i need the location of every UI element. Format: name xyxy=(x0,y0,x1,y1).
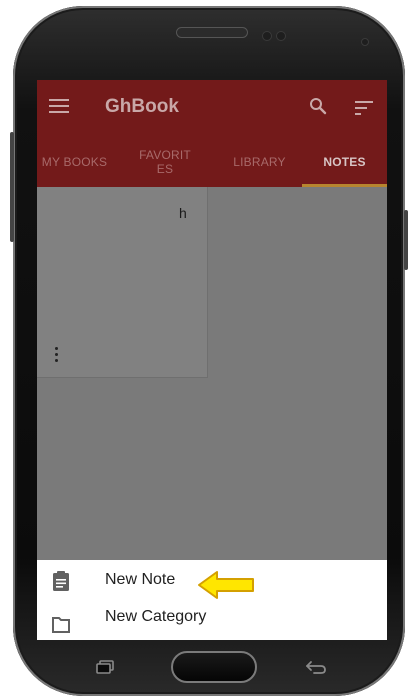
back-icon[interactable] xyxy=(305,659,327,675)
tab-label: LIBRARY xyxy=(233,154,286,169)
sort-icon[interactable] xyxy=(355,101,373,115)
volume-button xyxy=(10,132,14,242)
light-sensor xyxy=(276,31,286,41)
screen: GhBook MY BOOKS FAVORITES LIBRARY NOTES xyxy=(37,80,387,640)
tab-bar: MY BOOKS FAVORITES LIBRARY NOTES xyxy=(37,136,387,187)
app-bar: GhBook MY BOOKS FAVORITES LIBRARY NOTES xyxy=(37,80,387,187)
menu-icon[interactable] xyxy=(49,99,69,115)
home-button[interactable] xyxy=(171,651,257,683)
tab-label: MY BOOKS xyxy=(41,154,108,169)
tab-label: NOTES xyxy=(323,154,366,169)
note-text: h xyxy=(179,205,187,221)
tab-favorites[interactable]: FAVORITES xyxy=(135,136,195,187)
clipboard-icon xyxy=(53,571,69,591)
note-card[interactable]: h xyxy=(37,187,208,378)
app-title: GhBook xyxy=(105,96,179,117)
more-vert-icon[interactable] xyxy=(55,347,59,363)
front-camera xyxy=(361,38,369,46)
tab-label: FAVORITES xyxy=(139,147,191,176)
power-button xyxy=(404,210,408,270)
folder-icon xyxy=(52,617,70,633)
proximity-sensor xyxy=(262,31,272,41)
tab-library[interactable]: LIBRARY xyxy=(217,136,302,187)
new-note-label: New Note xyxy=(105,571,176,588)
tab-my-books[interactable]: MY BOOKS xyxy=(37,136,112,187)
search-icon[interactable] xyxy=(309,97,327,115)
new-category-item[interactable]: New Category xyxy=(37,600,387,640)
speaker-grille xyxy=(176,27,248,38)
new-category-label: New Category xyxy=(105,608,207,625)
pointer-arrow-icon xyxy=(198,571,254,599)
tab-notes[interactable]: NOTES xyxy=(302,136,387,187)
recent-apps-icon[interactable] xyxy=(96,660,114,674)
